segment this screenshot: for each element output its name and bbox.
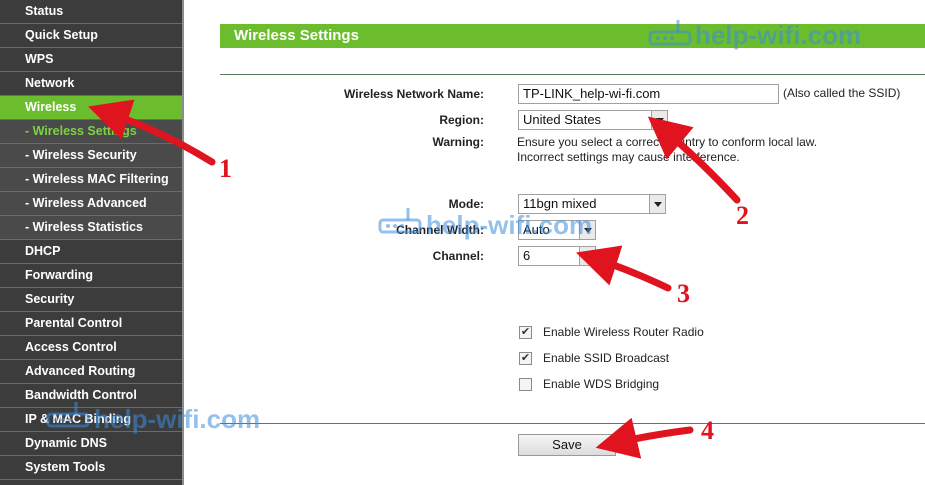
router-watermark-icon (378, 208, 422, 234)
channel-label: Channel: (432, 249, 484, 263)
annotation-number-2: 2 (736, 201, 749, 230)
sidebar-item-wps[interactable]: WPS (0, 48, 182, 72)
warning-line-2: Incorrect settings may cause interferenc… (517, 150, 740, 164)
ssid-broadcast-checkbox[interactable]: ✔ (519, 352, 532, 365)
mode-value: 11bgn mixed (523, 196, 597, 211)
sidebar-item-wireless-security[interactable]: - Wireless Security (0, 144, 182, 168)
ssid-hint: (Also called the SSID) (783, 86, 901, 100)
sidebar-item-forwarding[interactable]: Forwarding (0, 264, 182, 288)
sidebar-item-network[interactable]: Network (0, 72, 182, 96)
sidebar-item-status[interactable]: Status (0, 0, 182, 24)
annotation-number-3: 3 (677, 279, 690, 308)
chevron-down-icon[interactable] (579, 247, 595, 265)
channel-select[interactable]: 6 (518, 246, 596, 266)
region-select[interactable]: United States (518, 110, 668, 130)
ssid-label: Wireless Network Name: (344, 87, 484, 101)
wds-label: Enable WDS Bridging (543, 377, 660, 391)
watermark-bottom-left: help-wifi.com (94, 404, 261, 434)
sidebar-item-access-control[interactable]: Access Control (0, 336, 182, 360)
sidebar-item-dynamic-dns[interactable]: Dynamic DNS (0, 432, 182, 456)
sidebar-item-wireless-statistics[interactable]: - Wireless Statistics (0, 216, 182, 240)
radio-checkbox[interactable]: ✔ (519, 326, 532, 339)
chevron-down-icon[interactable] (651, 111, 667, 129)
sidebar-item-quick-setup[interactable]: Quick Setup (0, 24, 182, 48)
chevron-down-icon[interactable] (649, 195, 665, 213)
sidebar-item-advanced-routing[interactable]: Advanced Routing (0, 360, 182, 384)
mode-label: Mode: (448, 197, 484, 211)
radio-option-label: Enable Wireless Router Radio (543, 325, 704, 339)
watermark-top-right: help-wifi.com (695, 20, 862, 50)
sidebar-item-wireless-settings[interactable]: - Wireless Settings (0, 120, 182, 144)
sidebar-item-dhcp[interactable]: DHCP (0, 240, 182, 264)
sidebar-item-wireless-advanced[interactable]: - Wireless Advanced (0, 192, 182, 216)
channel-value: 6 (523, 248, 531, 263)
divider-bottom (220, 423, 925, 424)
annotation-number-1: 1 (219, 154, 232, 183)
router-watermark-icon (648, 20, 692, 46)
wds-checkbox[interactable] (519, 378, 532, 391)
watermark-middle: help-wifi.com (426, 210, 593, 240)
annotation-number-4: 4 (701, 416, 714, 445)
sidebar-item-wireless-mac-filtering[interactable]: - Wireless MAC Filtering (0, 168, 182, 192)
sidebar-item-parental-control[interactable]: Parental Control (0, 312, 182, 336)
warning-label: Warning: (432, 135, 484, 149)
sidebar-item-wireless[interactable]: Wireless (0, 96, 182, 120)
region-label: Region: (439, 113, 484, 127)
sidebar-item-security[interactable]: Security (0, 288, 182, 312)
sidebar-item-system-tools[interactable]: System Tools (0, 456, 182, 480)
region-value: United States (523, 112, 602, 127)
page-title: Wireless Settings (234, 27, 359, 44)
warning-line-1: Ensure you select a correct country to c… (517, 135, 818, 149)
router-watermark-icon (46, 402, 90, 428)
ssid-input[interactable]: TP-LINK_help-wi-fi.com (518, 84, 779, 104)
ssid-broadcast-label: Enable SSID Broadcast (543, 351, 670, 365)
save-button[interactable]: Save (518, 434, 616, 456)
divider-top (220, 74, 925, 75)
main-content: Wireless Settings Wireless Network Name:… (186, 0, 925, 485)
